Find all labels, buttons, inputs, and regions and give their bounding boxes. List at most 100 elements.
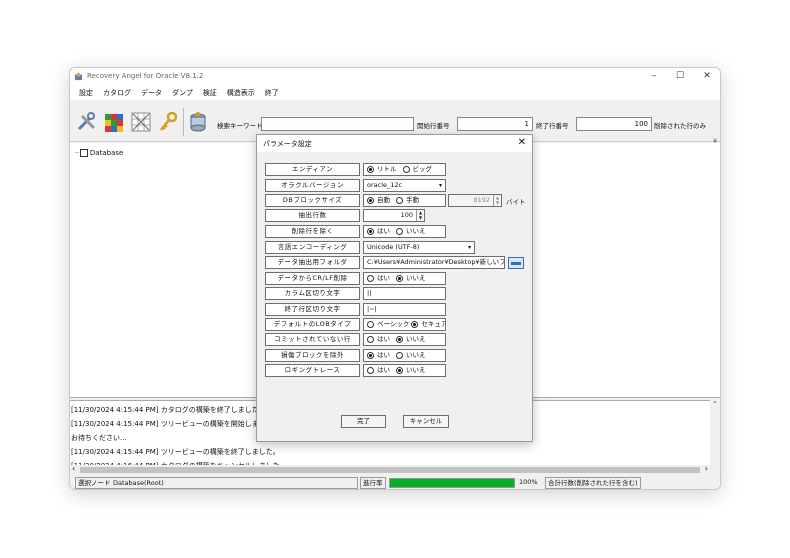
menu-bar: 設定 カタログ データ ダンプ 検証 構造表示 終了 bbox=[70, 86, 720, 100]
exclude-deleted-no-radio[interactable]: いいえ bbox=[396, 226, 426, 237]
exclude-corrupt-label: 損傷ブロックを除外 bbox=[265, 349, 360, 362]
remove-crlf-radio-group: はい いいえ bbox=[363, 272, 446, 285]
spinner-icon[interactable]: ▲ ▼ bbox=[493, 195, 501, 206]
cube-icon[interactable] bbox=[103, 111, 125, 133]
scroll-right-icon[interactable]: › bbox=[705, 464, 708, 473]
data-folder-input[interactable]: C:¥Users¥Administrator¥Desktop¥新しいフォルダ bbox=[363, 256, 505, 269]
tree-node-label: Database bbox=[89, 149, 124, 157]
chevron-down-icon[interactable]: ▾ bbox=[439, 180, 442, 191]
selected-node-label: 選択ノード bbox=[75, 477, 114, 489]
menu-exit[interactable]: 終了 bbox=[260, 86, 284, 100]
cancel-button[interactable]: キャンセル bbox=[403, 415, 449, 428]
data-folder-label: データ抽出用フォルダ bbox=[265, 256, 360, 269]
logging-trace-yes-radio[interactable]: はい bbox=[367, 365, 390, 376]
dialog-close-button[interactable]: ✕ bbox=[518, 137, 526, 148]
exclude-corrupt-yes-radio[interactable]: はい bbox=[367, 350, 390, 361]
endian-big-radio[interactable]: ビッグ bbox=[402, 164, 433, 175]
lob-basic-radio[interactable]: ベーシック bbox=[367, 319, 409, 330]
logging-trace-radio-group: はい いいえ bbox=[363, 364, 446, 377]
status-bar: 選択ノード Database(Root) 進行率 100% 合計行数(削除された… bbox=[70, 476, 720, 489]
radio-dot bbox=[396, 367, 403, 374]
column-delim-input[interactable]: || bbox=[363, 287, 446, 300]
tree-node-database[interactable]: ···· Database bbox=[74, 149, 123, 157]
total-rows-label: 合計行数(削除された行を含む) bbox=[545, 477, 641, 489]
radio-label: いいえ bbox=[406, 274, 426, 282]
db-block-size-label: DBブロックサイズ bbox=[265, 194, 360, 207]
progress-fill bbox=[390, 479, 514, 487]
extract-rows-value: 100 bbox=[400, 211, 413, 219]
start-row-label: 開始行番号 bbox=[417, 122, 450, 130]
log-horizontal-scrollbar[interactable]: ‹ › bbox=[70, 464, 720, 475]
exclude-deleted-yes-radio[interactable]: はい bbox=[367, 226, 390, 237]
uncommitted-radio-group: はい いいえ bbox=[363, 333, 446, 346]
scroll-left-icon[interactable]: ‹ bbox=[72, 464, 75, 473]
scrollbar-thumb[interactable] bbox=[80, 467, 700, 473]
radio-dot bbox=[396, 275, 403, 282]
grid-icon[interactable] bbox=[130, 111, 152, 133]
remove-crlf-yes-radio[interactable]: はい bbox=[367, 273, 390, 284]
logging-trace-no-radio[interactable]: いいえ bbox=[396, 365, 426, 376]
menu-settings[interactable]: 設定 bbox=[74, 86, 98, 100]
radio-label: いいえ bbox=[406, 351, 426, 359]
exclude-deleted-radio-group: はい いいえ bbox=[363, 225, 446, 238]
radio-dot bbox=[396, 352, 403, 359]
chevron-down-icon[interactable]: ▾ bbox=[468, 242, 471, 253]
log-vertical-scrollbar[interactable]: ˄ bbox=[710, 400, 720, 465]
spinner-icon[interactable]: ▲ ▼ bbox=[416, 210, 424, 221]
radio-dot bbox=[396, 197, 403, 204]
ok-button[interactable]: 完了 bbox=[341, 415, 386, 428]
lob-secure-radio[interactable]: セキュア bbox=[411, 319, 445, 330]
dialog-title-bar: パラメータ設定 ✕ bbox=[257, 135, 532, 152]
radio-dot bbox=[367, 321, 374, 328]
db-block-size-radio-group: 自動 手動 bbox=[363, 194, 446, 207]
radio-label: はい bbox=[377, 274, 390, 282]
radio-dot bbox=[367, 197, 374, 204]
db-block-size-value: 8192 bbox=[473, 196, 490, 204]
menu-verify[interactable]: 検証 bbox=[198, 86, 222, 100]
exclude-deleted-label: 削除行を除く bbox=[265, 225, 360, 238]
folder-browse-button[interactable] bbox=[508, 257, 524, 269]
remove-crlf-no-radio[interactable]: いいえ bbox=[396, 273, 426, 284]
keyword-input[interactable] bbox=[261, 117, 414, 131]
toolbar-separator bbox=[183, 108, 184, 136]
menu-catalog[interactable]: カタログ bbox=[98, 86, 136, 100]
oracle-version-value: oracle_12c bbox=[367, 181, 403, 189]
tools-icon[interactable] bbox=[76, 111, 98, 133]
uncommitted-no-radio[interactable]: いいえ bbox=[396, 334, 426, 345]
end-row-input[interactable]: 100 bbox=[576, 117, 652, 131]
close-button[interactable]: ✕ bbox=[692, 69, 720, 84]
uncommitted-yes-radio[interactable]: はい bbox=[367, 334, 390, 345]
db-block-auto-radio[interactable]: 自動 bbox=[367, 195, 390, 206]
database-icon[interactable] bbox=[187, 111, 209, 133]
encoding-select[interactable]: Unicode (UTF-8) ▾ bbox=[363, 241, 475, 254]
maximize-button[interactable]: ☐ bbox=[665, 69, 695, 84]
menu-data[interactable]: データ bbox=[136, 86, 167, 100]
oracle-version-select[interactable]: oracle_12c ▾ bbox=[363, 179, 446, 192]
window-title: Recovery Angel for Oracle V8.1.2 bbox=[87, 72, 204, 80]
tree-checkbox[interactable] bbox=[79, 149, 88, 157]
radio-dot bbox=[396, 336, 403, 343]
end-row-label: 終了行番号 bbox=[536, 122, 569, 130]
radio-dot bbox=[367, 275, 374, 282]
radio-label: いいえ bbox=[406, 227, 426, 235]
row-delim-input[interactable]: |~| bbox=[363, 303, 446, 316]
byte-unit-label: バイト bbox=[506, 198, 526, 206]
radio-label: いいえ bbox=[406, 366, 426, 374]
radio-dot bbox=[402, 166, 410, 173]
db-block-size-input[interactable]: 8192 ▲ ▼ bbox=[448, 194, 502, 207]
endian-little-radio[interactable]: リトル bbox=[367, 164, 397, 175]
exclude-corrupt-no-radio[interactable]: いいえ bbox=[396, 350, 426, 361]
radio-label: 手動 bbox=[406, 196, 419, 204]
db-block-manual-radio[interactable]: 手動 bbox=[396, 195, 419, 206]
exclude-corrupt-radio-group: はい いいえ bbox=[363, 349, 446, 362]
scroll-up-icon[interactable]: ˄ bbox=[713, 401, 717, 409]
menu-dump[interactable]: ダンプ bbox=[167, 86, 198, 100]
menu-structure[interactable]: 構造表示 bbox=[222, 86, 260, 100]
extract-rows-input[interactable]: 100 ▲ ▼ bbox=[363, 209, 425, 222]
radio-label: リトル bbox=[377, 165, 397, 173]
radio-dot bbox=[367, 336, 374, 343]
selected-node-value: Database(Root) bbox=[111, 477, 358, 489]
radio-label: ビッグ bbox=[412, 165, 433, 173]
start-row-input[interactable]: 1 bbox=[457, 117, 533, 131]
key-icon[interactable] bbox=[157, 111, 179, 133]
